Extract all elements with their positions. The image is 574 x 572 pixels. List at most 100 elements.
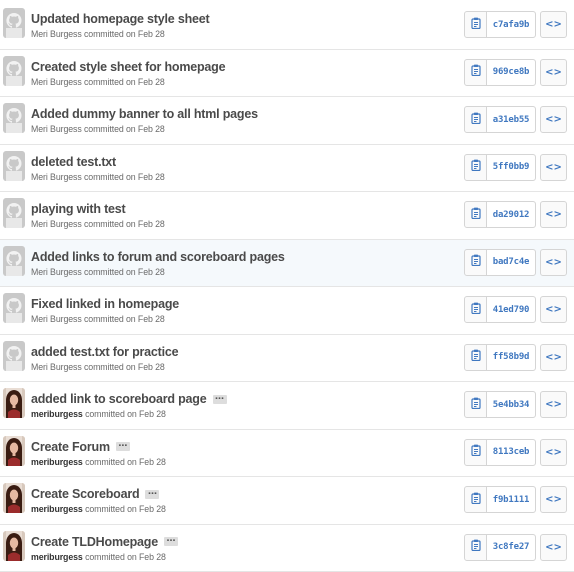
commit-author[interactable]: meriburgess <box>31 552 83 562</box>
commit-sha-link[interactable]: a31eb55 <box>487 107 535 132</box>
commit-sha-link[interactable]: 5ff0bb9 <box>487 154 535 180</box>
browse-repo-button[interactable]: <> <box>540 58 567 86</box>
sha-button-group: 3c8fe27 <box>464 533 536 561</box>
commit-title-link[interactable]: deleted test.txt <box>31 155 116 169</box>
user-photo-avatar[interactable] <box>3 530 25 561</box>
commit-title-link[interactable]: Fixed linked in homepage <box>31 297 179 311</box>
octocat-default-avatar[interactable] <box>3 150 25 181</box>
clipboard-icon <box>470 443 481 461</box>
browse-repo-button[interactable]: <> <box>540 106 567 133</box>
commit-meta: Meri Burgess committed on Feb 28 <box>31 77 165 87</box>
browse-repo-button[interactable]: <> <box>540 343 567 371</box>
ellipsis-icon[interactable]: … <box>164 535 178 546</box>
sha-button-group: 5ff0bb9 <box>464 153 536 181</box>
commit-author[interactable]: Meri Burgess <box>31 29 82 39</box>
copy-sha-button[interactable] <box>465 392 487 417</box>
code-brackets-icon: <> <box>545 541 562 553</box>
octocat-default-avatar[interactable] <box>3 198 25 228</box>
ellipsis-icon[interactable]: … <box>115 440 130 451</box>
commit-row: Created style sheet for homepage Meri Bur… <box>0 49 574 97</box>
commit-author[interactable]: Meri Burgess <box>31 314 82 324</box>
commit-title-line: Created style sheet for homepage <box>31 59 226 75</box>
commit-date: committed on Feb 28 <box>83 171 165 182</box>
user-photo-avatar[interactable] <box>3 483 25 513</box>
copy-sha-button[interactable] <box>465 59 487 85</box>
commit-sha-link[interactable]: da29012 <box>487 202 535 227</box>
commit-title-link[interactable]: Created style sheet for homepage <box>31 60 226 74</box>
commit-date: committed on Feb 28 <box>83 76 165 87</box>
commit-date: committed on Feb 28 <box>85 551 166 562</box>
commit-title-link[interactable]: Create Scoreboard <box>31 487 140 501</box>
octocat-default-avatar[interactable] <box>3 340 25 371</box>
commit-author[interactable]: Meri Burgess <box>31 267 82 277</box>
commit-row: Fixed linked in homepage Meri Burgess com… <box>0 287 574 335</box>
commit-list: Updated homepage style sheet Meri Burgess… <box>0 2 574 572</box>
commit-author[interactable]: meriburgess <box>31 457 83 467</box>
commit-author[interactable]: Meri Burgess <box>31 362 82 372</box>
copy-sha-button[interactable] <box>465 154 487 180</box>
browse-repo-button[interactable]: <> <box>540 486 567 513</box>
commit-sha-link[interactable]: 3c8fe27 <box>487 534 535 560</box>
sha-button-group: 41ed790 <box>464 296 536 323</box>
browse-repo-button[interactable]: <> <box>540 11 567 38</box>
commit-title-link[interactable]: added link to scoreboard page <box>31 392 207 406</box>
copy-sha-button[interactable] <box>465 487 487 512</box>
code-brackets-icon: <> <box>545 161 562 173</box>
copy-sha-button[interactable] <box>465 297 487 322</box>
browse-repo-button[interactable]: <> <box>540 296 567 323</box>
browse-repo-button[interactable]: <> <box>540 533 567 561</box>
code-brackets-icon: <> <box>545 256 562 268</box>
commit-sha-link[interactable]: 969ce8b <box>487 59 535 85</box>
commit-sha-link[interactable]: 41ed790 <box>487 297 535 322</box>
commit-sha-link[interactable]: bad7c4e <box>487 249 535 275</box>
commit-title-link[interactable]: Added dummy banner to all html pages <box>31 107 258 121</box>
commit-title-link[interactable]: Create Forum <box>31 440 110 454</box>
commit-author[interactable]: meriburgess <box>31 409 83 419</box>
commit-author[interactable]: meriburgess <box>31 504 83 514</box>
copy-sha-button[interactable] <box>465 439 487 465</box>
commit-author[interactable]: Meri Burgess <box>31 124 82 134</box>
copy-sha-button[interactable] <box>465 249 487 275</box>
copy-sha-button[interactable] <box>465 202 487 227</box>
commit-title-link[interactable]: Create TLDHomepage <box>31 535 158 549</box>
commit-date: committed on Feb 28 <box>83 266 165 277</box>
clipboard-icon <box>470 158 481 176</box>
browse-repo-button[interactable]: <> <box>540 153 567 181</box>
browse-repo-button[interactable]: <> <box>540 201 567 228</box>
commit-sha-link[interactable]: c7afa9b <box>487 12 535 37</box>
copy-sha-button[interactable] <box>465 344 487 370</box>
commit-sha-link[interactable]: 8113ceb <box>487 439 535 465</box>
commit-author[interactable]: Meri Burgess <box>31 172 82 182</box>
octocat-default-avatar[interactable] <box>3 245 25 276</box>
user-photo-avatar[interactable] <box>3 435 25 466</box>
commit-sha-link[interactable]: f9b1111 <box>487 487 535 512</box>
commit-title-link[interactable]: Added links to forum and scoreboard page… <box>31 250 285 264</box>
browse-repo-button[interactable]: <> <box>540 438 567 466</box>
code-brackets-icon: <> <box>545 114 562 125</box>
octocat-default-avatar[interactable] <box>3 103 25 133</box>
copy-sha-button[interactable] <box>465 12 487 37</box>
commit-author[interactable]: Meri Burgess <box>31 219 82 229</box>
commit-title-link[interactable]: added test.txt for practice <box>31 345 179 359</box>
commit-meta: Meri Burgess committed on Feb 28 <box>31 314 165 324</box>
commit-author[interactable]: Meri Burgess <box>31 77 82 87</box>
commit-sha-link[interactable]: 5e4bb34 <box>487 392 535 417</box>
ellipsis-icon[interactable]: … <box>212 392 227 404</box>
commit-row: Added links to forum and scoreboard page… <box>0 239 574 287</box>
copy-sha-button[interactable] <box>465 534 487 560</box>
commit-sha-link[interactable]: ff58b9d <box>487 344 535 370</box>
commit-row: playing with test Meri Burgess committed … <box>0 192 574 240</box>
octocat-default-avatar[interactable] <box>3 293 25 323</box>
user-photo-avatar[interactable] <box>3 388 25 418</box>
commit-meta: Meri Burgess committed on Feb 28 <box>31 362 165 372</box>
copy-sha-button[interactable] <box>465 107 487 132</box>
browse-repo-button[interactable]: <> <box>540 391 567 418</box>
octocat-default-avatar[interactable] <box>3 8 25 38</box>
octocat-default-avatar[interactable] <box>3 55 25 86</box>
commit-title-link[interactable]: Updated homepage style sheet <box>31 12 210 26</box>
ellipsis-icon[interactable]: … <box>145 487 160 499</box>
commit-date: committed on Feb 28 <box>85 409 166 419</box>
commit-title-link[interactable]: playing with test <box>31 202 126 216</box>
browse-repo-button[interactable]: <> <box>540 248 567 276</box>
code-brackets-icon: <> <box>545 66 562 78</box>
